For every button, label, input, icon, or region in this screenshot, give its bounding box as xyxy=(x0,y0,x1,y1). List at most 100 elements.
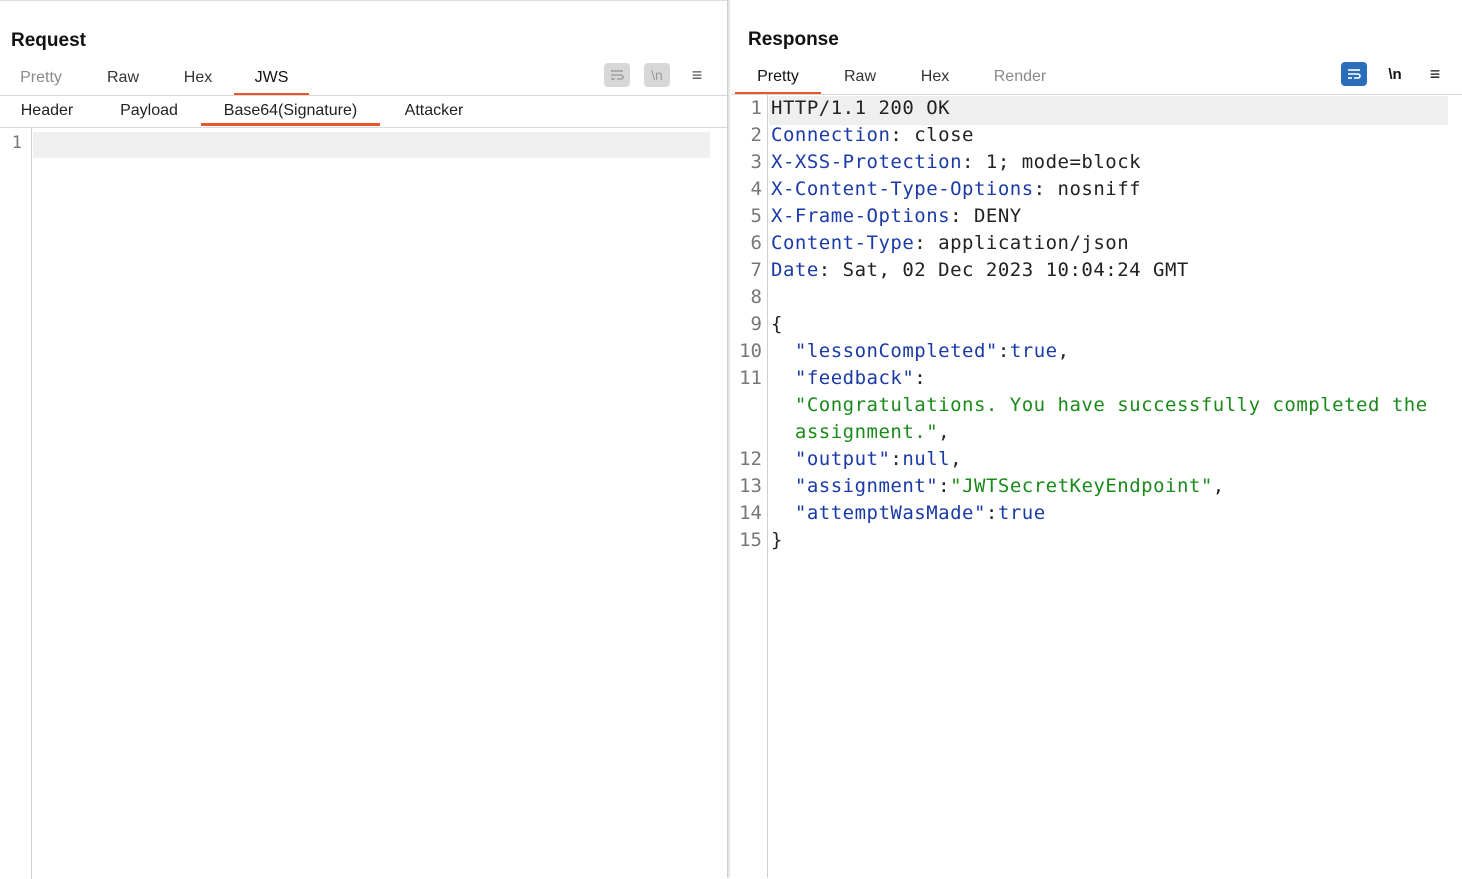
wrap-lines-icon xyxy=(611,70,624,80)
code-token: assignment." xyxy=(794,421,939,443)
gutter-border xyxy=(31,128,32,879)
request-tabs: Pretty Raw Hex JWS \n ≡ xyxy=(0,63,727,96)
hamburger-menu-icon: ≡ xyxy=(691,64,703,85)
code-token: : xyxy=(890,448,903,470)
code-line: { xyxy=(771,313,783,335)
request-subtabs: Header Payload Base64(Signature) Attacke… xyxy=(0,96,727,127)
line-number: 2 xyxy=(750,124,762,146)
code-token: X-Content-Type-Options xyxy=(771,178,1034,200)
code-token: : xyxy=(997,340,1010,362)
code-token: , xyxy=(1212,475,1225,497)
line-number: 12 xyxy=(739,448,762,470)
code-line: } xyxy=(771,529,783,551)
line-number: 11 xyxy=(739,367,762,389)
gutter-border xyxy=(767,95,768,878)
line-number: 8 xyxy=(750,286,762,308)
newline-toggle-button[interactable]: \n xyxy=(644,63,670,87)
line-number: 3 xyxy=(750,151,762,173)
code-line: assignment.", xyxy=(771,421,950,443)
subtab-base64-signature[interactable]: Base64(Signature) xyxy=(201,96,380,126)
request-panel: Request Pretty Raw Hex JWS \n ≡ Header P… xyxy=(0,0,727,879)
line-number: 14 xyxy=(739,502,762,524)
tab-pretty[interactable]: Pretty xyxy=(735,64,821,95)
wrap-lines-button[interactable] xyxy=(604,63,630,87)
code-token: : nosniff xyxy=(1033,178,1142,200)
code-token: : DENY xyxy=(950,205,1022,227)
code-line: Date: Sat, 02 Dec 2023 10:04:24 GMT xyxy=(771,259,1189,281)
response-menu-button[interactable]: ≡ xyxy=(1422,62,1448,86)
subtab-attacker[interactable]: Attacker xyxy=(392,96,476,125)
line-number: 9 xyxy=(750,313,762,335)
subtab-payload[interactable]: Payload xyxy=(108,96,190,125)
tab-pretty[interactable]: Pretty xyxy=(10,65,72,93)
code-token: HTTP/1.1 200 OK xyxy=(771,97,951,119)
code-token: { xyxy=(771,313,783,335)
code-token: "lessonCompleted" xyxy=(794,340,998,362)
code-line: "Congratulations. You have successfully … xyxy=(771,394,1428,416)
wrap-lines-button[interactable] xyxy=(1341,62,1367,86)
code-token: X-XSS-Protection xyxy=(771,151,963,173)
newline-label: \n xyxy=(1388,65,1402,83)
line-number: 4 xyxy=(750,178,762,200)
code-line: X-Frame-Options: DENY xyxy=(771,205,1022,227)
code-line: Connection: close xyxy=(771,124,974,146)
subtab-header[interactable]: Header xyxy=(8,96,86,125)
request-editor[interactable]: 1 xyxy=(0,128,727,879)
code-token: Date xyxy=(771,259,819,281)
newline-label: \n xyxy=(651,67,663,83)
line-number: 15 xyxy=(739,529,762,551)
response-panel: Response Pretty Raw Hex Render \n ≡ 1 HTT… xyxy=(731,0,1462,878)
line-number: 10 xyxy=(739,340,762,362)
code-token: "output" xyxy=(794,448,891,470)
code-token: "feedback" xyxy=(794,367,915,389)
tab-jws[interactable]: JWS xyxy=(234,65,309,96)
code-token: "Congratulations. You have successfully … xyxy=(794,394,1428,416)
code-token: : xyxy=(938,475,951,497)
code-token: , xyxy=(938,421,951,443)
code-token: : application/json xyxy=(914,232,1130,254)
code-token: : 1; mode=block xyxy=(962,151,1142,173)
code-token: : xyxy=(985,502,998,524)
request-menu-button[interactable]: ≡ xyxy=(684,63,710,87)
code-token: X-Frame-Options xyxy=(771,205,951,227)
code-token: : xyxy=(914,367,927,389)
pane-splitter[interactable] xyxy=(727,0,730,878)
code-token: "attemptWasMade" xyxy=(794,502,986,524)
line-number: 7 xyxy=(750,259,762,281)
tab-raw[interactable]: Raw xyxy=(834,64,886,92)
code-line: Content-Type: application/json xyxy=(771,232,1129,254)
code-line: X-XSS-Protection: 1; mode=block xyxy=(771,151,1141,173)
tab-raw[interactable]: Raw xyxy=(97,65,149,93)
code-token: } xyxy=(771,529,783,551)
code-line: HTTP/1.1 200 OK xyxy=(771,97,950,119)
code-token: , xyxy=(1057,340,1070,362)
tab-hex[interactable]: Hex xyxy=(172,65,224,93)
wrap-lines-icon xyxy=(1348,69,1361,79)
request-title: Request xyxy=(11,30,86,51)
newline-toggle-button[interactable]: \n xyxy=(1382,62,1408,86)
code-token: true xyxy=(1009,340,1058,362)
line-number: 13 xyxy=(739,475,762,497)
code-token: Connection xyxy=(771,124,891,146)
code-token: , xyxy=(950,448,963,470)
tab-render[interactable]: Render xyxy=(987,64,1053,92)
code-token: : close xyxy=(890,124,974,146)
tab-hex[interactable]: Hex xyxy=(909,64,961,92)
line-number: 6 xyxy=(750,232,762,254)
response-title: Response xyxy=(748,29,839,50)
code-token: "JWTSecretKeyEndpoint" xyxy=(950,475,1213,497)
hamburger-menu-icon: ≡ xyxy=(1429,63,1441,84)
response-editor[interactable]: 1 HTTP/1.1 200 OK 2 Connection: close 3 X-XSS… xyxy=(731,95,1462,878)
line-number: 1 xyxy=(750,97,762,119)
code-token: true xyxy=(997,502,1046,524)
code-line: "assignment":"JWTSecretKeyEndpoint", xyxy=(771,475,1225,497)
current-line-highlight xyxy=(33,132,710,158)
code-token: null xyxy=(902,448,951,470)
